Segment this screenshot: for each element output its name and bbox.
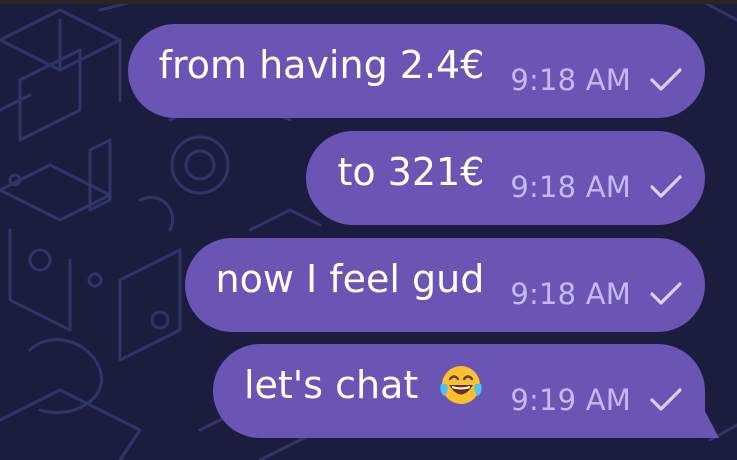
message-time: 9:18 AM [510, 63, 631, 97]
message-meta: 9:18 AM [510, 63, 683, 97]
message-text: now I feel gud [215, 257, 485, 301]
message-meta: 9:19 AM [510, 383, 683, 417]
message-bubble[interactable]: from having 2.4€ 9:18 AM [127, 24, 705, 118]
message-bubble[interactable]: now I feel gud 9:18 AM [184, 238, 705, 332]
message-time: 9:18 AM [510, 277, 631, 311]
message-bubble[interactable]: to 321€ 9:18 AM [306, 131, 705, 225]
message-time: 9:19 AM [510, 383, 631, 417]
check-icon [650, 282, 682, 305]
message-time: 9:18 AM [510, 170, 631, 204]
message-text: from having 2.4€ [158, 43, 485, 87]
top-edge-bar [0, 0, 737, 4]
message-meta: 9:18 AM [510, 170, 683, 204]
message-meta: 9:18 AM [510, 277, 683, 311]
face-with-tears-of-joy-emoji [440, 366, 482, 404]
check-icon [650, 175, 682, 198]
message-bubble[interactable]: let's chat 9:19 AM [212, 344, 705, 438]
check-icon [650, 388, 682, 411]
check-icon [650, 68, 682, 91]
message-text: let's chat [243, 363, 419, 407]
message-text-wrapper: let's chat [244, 362, 484, 408]
message-text: to 321€ [337, 150, 485, 194]
